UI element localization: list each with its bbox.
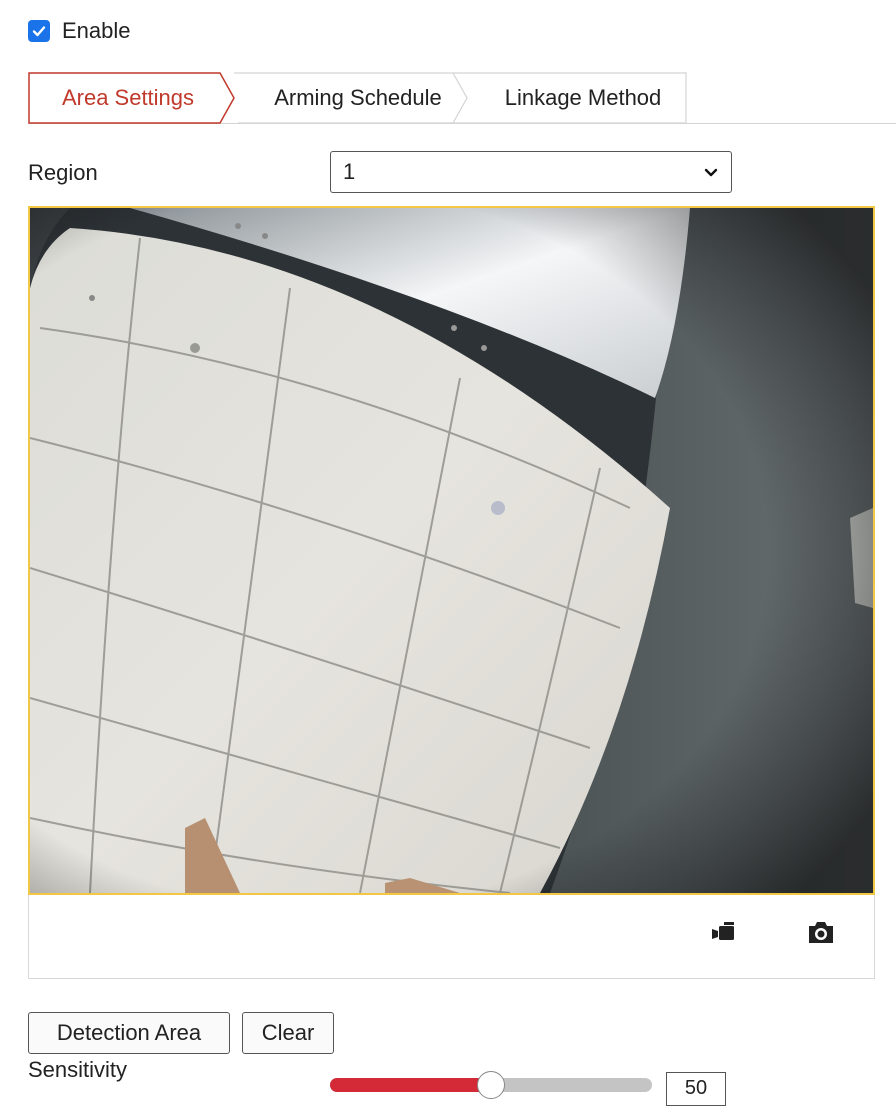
camera-feed-image xyxy=(30,208,873,893)
camera-snapshot-icon[interactable] xyxy=(806,917,836,947)
clear-button[interactable]: Clear xyxy=(242,1012,334,1054)
enable-row[interactable]: Enable xyxy=(28,18,131,44)
region-label: Region xyxy=(28,160,98,185)
sensitivity-label: Sensitivity xyxy=(28,1057,128,1082)
chevron-down-icon xyxy=(704,168,718,177)
live-video-view[interactable] xyxy=(28,206,875,895)
tab-linkage-method[interactable]: Linkage Method xyxy=(483,72,683,124)
region-select[interactable]: 1 xyxy=(330,151,732,193)
enable-label: Enable xyxy=(62,18,131,43)
sensitivity-value-field[interactable]: 50 xyxy=(666,1072,726,1106)
sensitivity-slider[interactable] xyxy=(330,1071,652,1099)
record-video-icon[interactable] xyxy=(710,917,740,947)
tab-arming-schedule[interactable]: Arming Schedule xyxy=(238,72,478,124)
slider-fill xyxy=(330,1078,491,1092)
region-select-value: 1 xyxy=(343,159,356,184)
enable-checkbox[interactable] xyxy=(28,20,50,42)
tab-area-settings[interactable]: Area Settings xyxy=(28,72,228,124)
detection-area-button[interactable]: Detection Area xyxy=(28,1012,230,1054)
slider-thumb[interactable] xyxy=(477,1071,505,1099)
checkmark-icon xyxy=(32,26,46,37)
